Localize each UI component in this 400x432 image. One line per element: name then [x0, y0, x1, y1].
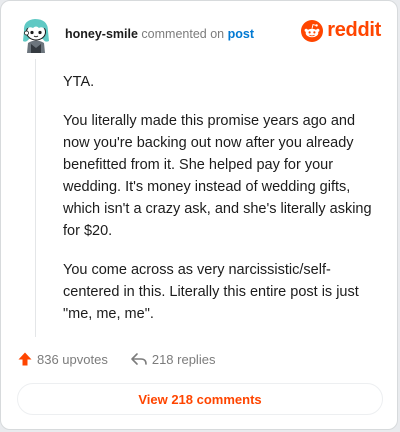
replies-button[interactable]: 218 replies — [130, 351, 216, 367]
user-avatar[interactable] — [19, 17, 53, 53]
upvote-button[interactable]: 836 upvotes — [17, 351, 108, 367]
comment-header: honey-smile commented on post reddit — [15, 13, 383, 57]
upvote-arrow-icon — [18, 352, 32, 366]
post-link[interactable]: post — [228, 27, 254, 41]
thread-line[interactable] — [35, 59, 36, 337]
comment-footer: 836 upvotes 218 replies — [17, 347, 215, 371]
reply-arrow-icon — [131, 353, 147, 365]
username-link[interactable]: honey-smile — [65, 27, 138, 41]
snoo-avatar-icon — [23, 19, 49, 53]
reply-count: 218 replies — [151, 351, 216, 367]
comment-paragraph: YTA. — [63, 74, 95, 90]
upvote-count: 836 upvotes — [37, 351, 108, 367]
comment-paragraph: You come across as very narcissistic/sel… — [63, 262, 359, 322]
comment-byline: honey-smile commented on post — [65, 27, 254, 41]
comment-paragraph: You literally made this promise years ag… — [63, 113, 372, 239]
comment-card: honey-smile commented on post reddit YTA… — [0, 0, 398, 430]
reddit-logo-icon — [301, 19, 324, 42]
reddit-brand[interactable]: reddit — [301, 19, 381, 42]
view-comments-button[interactable]: View 218 comments — [17, 383, 383, 415]
comment-body: YTA. You literally made this promise yea… — [63, 71, 381, 342]
action-text: commented on — [141, 27, 225, 41]
brand-name: reddit — [327, 19, 381, 41]
